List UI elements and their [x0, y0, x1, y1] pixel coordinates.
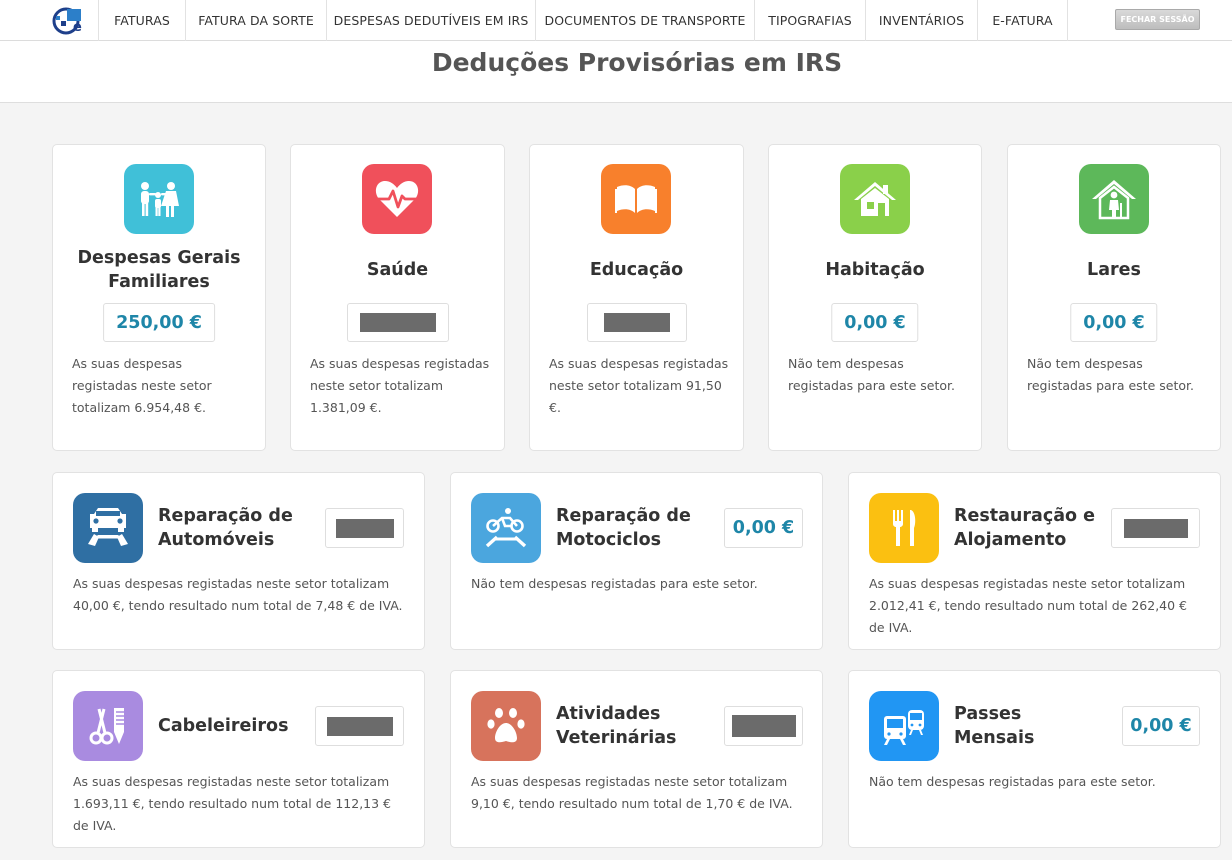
card-educacao[interactable]: Educação As suas despesas registadas nes… — [529, 144, 744, 451]
svg-text:e: e — [73, 20, 82, 35]
card-cabeleireiros[interactable]: Cabeleireiros As suas despesas registada… — [52, 670, 425, 848]
card-title: Despesas Gerais Familiares — [77, 248, 241, 292]
title-band: Deduções Provisórias em IRS — [0, 41, 1232, 103]
deduction-amount: 0,00 € — [831, 303, 919, 342]
family-icon — [124, 164, 194, 234]
card-saude[interactable]: Saúde As suas despesas registadas neste … — [290, 144, 505, 451]
card-description: Não tem despesas registadas para este se… — [1027, 356, 1194, 393]
card-despesas-gerais-familiares[interactable]: Despesas Gerais Familiares 250,00 € As s… — [52, 144, 266, 451]
card-description: As suas despesas registadas neste setor … — [549, 356, 729, 415]
card-habitacao[interactable]: Habitação 0,00 € Não tem despesas regist… — [768, 144, 982, 451]
card-title: Lares — [1087, 260, 1141, 280]
paw-icon — [471, 691, 541, 761]
card-atividades-veterinarias[interactable]: Atividades Veterinárias As suas despesas… — [450, 670, 823, 848]
card-restauracao-alojamento[interactable]: Restauração e Alojamento As suas despesa… — [848, 472, 1221, 650]
card-title: Saúde — [366, 260, 429, 280]
card-description: Não tem despesas registadas para este se… — [869, 774, 1156, 789]
card-description: As suas despesas registadas neste setor … — [73, 576, 403, 613]
nav-e-fatura[interactable]: E-FATURA — [977, 0, 1068, 41]
card-description: As suas despesas registadas neste setor … — [869, 576, 1187, 635]
card-title: Reparação de Automóveis — [158, 506, 293, 550]
card-title: Educação — [589, 260, 684, 280]
deduction-amount: 0,00 € — [1070, 303, 1158, 342]
motorcycle-repair-icon — [471, 493, 541, 563]
card-title: Passes Mensais — [954, 704, 1035, 748]
deduction-amount: 0,00 € — [1122, 706, 1200, 746]
heart-pulse-icon — [362, 164, 432, 234]
card-title: Habitação — [825, 260, 925, 280]
card-title: Atividades Veterinárias — [556, 704, 677, 748]
scissors-comb-icon — [73, 691, 143, 761]
top-nav: e FATURAS FATURA DA SORTE DESPESAS DEDUT… — [0, 0, 1232, 41]
card-description: Não tem despesas registadas para este se… — [788, 356, 955, 393]
deduction-amount-redacted — [346, 303, 449, 342]
card-reparacao-motociclos[interactable]: Reparação de Motociclos 0,00 € Não tem d… — [450, 472, 823, 650]
card-description: As suas despesas registadas neste setor … — [73, 774, 391, 833]
card-description: As suas despesas registadas neste setor … — [471, 774, 793, 811]
card-title: Cabeleireiros — [158, 716, 289, 736]
nav-tipografias[interactable]: TIPOGRAFIAS — [754, 0, 865, 41]
deduction-amount-redacted — [325, 508, 404, 548]
card-lares[interactable]: Lares 0,00 € Não tem despesas registadas… — [1007, 144, 1221, 451]
elderly-home-icon — [1079, 164, 1149, 234]
page-title: Deduções Provisórias em IRS — [431, 48, 843, 77]
card-description: As suas despesas registadas neste setor … — [72, 356, 212, 415]
deduction-amount: 250,00 € — [103, 303, 215, 342]
card-description: Não tem despesas registadas para este se… — [471, 576, 758, 591]
card-description: As suas despesas registadas neste setor … — [310, 356, 490, 415]
deduction-amount: 0,00 € — [724, 508, 803, 548]
deduction-amount-redacted — [724, 706, 803, 746]
cutlery-icon — [869, 493, 939, 563]
car-repair-icon — [73, 493, 143, 563]
card-reparacao-automoveis[interactable]: Reparação de Automóveis As suas despesas… — [52, 472, 425, 650]
efatura-logo-icon[interactable]: e — [51, 5, 85, 35]
deduction-amount-redacted — [1111, 508, 1200, 548]
logout-button[interactable]: FECHAR SESSÃO — [1115, 9, 1200, 30]
nav-documentos-transporte[interactable]: DOCUMENTOS DE TRANSPORTE — [535, 0, 754, 41]
deduction-amount-redacted — [315, 706, 404, 746]
card-passes-mensais[interactable]: Passes Mensais 0,00 € Não tem despesas r… — [848, 670, 1221, 848]
nav-fatura-da-sorte[interactable]: FATURA DA SORTE — [185, 0, 326, 41]
nav-faturas[interactable]: FATURAS — [98, 0, 185, 41]
card-title: Restauração e Alojamento — [954, 506, 1095, 550]
card-title: Reparação de Motociclos — [556, 506, 691, 550]
deduction-amount-redacted — [586, 303, 687, 342]
nav-inventarios[interactable]: INVENTÁRIOS — [865, 0, 977, 41]
house-icon — [840, 164, 910, 234]
bus-train-icon — [869, 691, 939, 761]
book-icon — [601, 164, 671, 234]
nav-despesas-dedutiveis[interactable]: DESPESAS DEDUTÍVEIS EM IRS — [326, 0, 535, 41]
